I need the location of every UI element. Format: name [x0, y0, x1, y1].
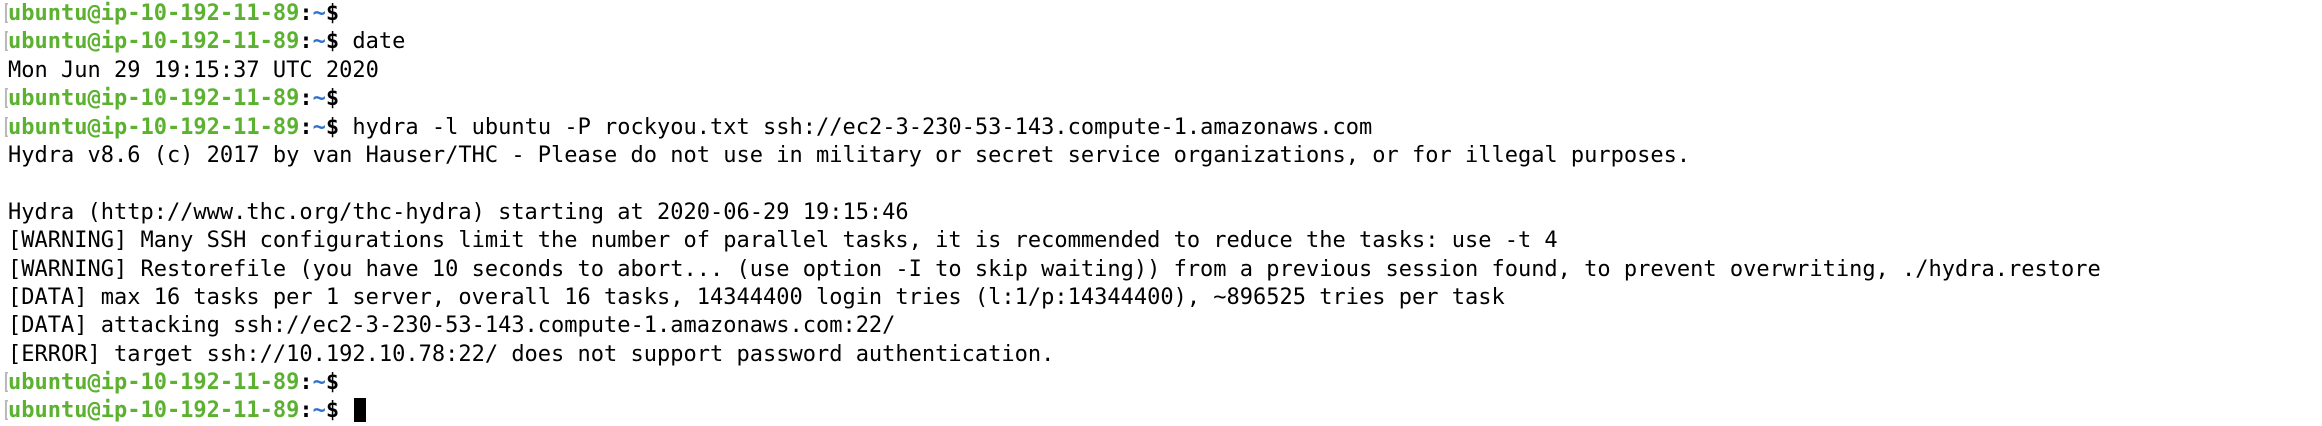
line-marker: [: [0, 114, 8, 142]
output-line: [ERROR] target ssh://10.192.10.78:22/ do…: [0, 341, 2322, 369]
prompt-separator: :: [299, 114, 313, 140]
text-cursor[interactable]: [354, 398, 367, 423]
line-marker: [: [0, 397, 8, 425]
output-line: Mon Jun 29 19:15:37 UTC 2020: [0, 57, 2322, 85]
output-text: Mon Jun 29 19:15:37 UTC 2020: [8, 57, 379, 83]
output-line: [WARNING] Restorefile (you have 10 secon…: [0, 256, 2322, 284]
output-text: [WARNING] Restorefile (you have 10 secon…: [8, 256, 2101, 282]
line-marker: [: [0, 0, 8, 28]
prompt-separator: :: [299, 86, 313, 112]
prompt-user-host: ubuntu@ip-10-192-11-89: [8, 114, 300, 140]
prompt-separator: :: [299, 1, 313, 26]
prompt-line: [ubuntu@ip-10-192-11-89:~$: [0, 85, 2322, 113]
prompt-separator: :: [299, 370, 313, 396]
prompt-symbol: $: [325, 1, 340, 26]
prompt-line: [ubuntu@ip-10-192-11-89:~$: [0, 397, 2322, 425]
output-line: [DATA] max 16 tasks per 1 server, overal…: [0, 284, 2322, 312]
command-text: date: [339, 29, 406, 55]
output-line: Hydra (http://www.thc.org/thc-hydra) sta…: [0, 199, 2322, 227]
line-marker: [: [0, 28, 8, 56]
prompt-symbol: $: [325, 29, 340, 55]
prompt-user-host: ubuntu@ip-10-192-11-89: [8, 1, 300, 26]
output-text: [DATA] max 16 tasks per 1 server, overal…: [8, 284, 1505, 310]
output-line: Hydra v8.6 (c) 2017 by van Hauser/THC - …: [0, 142, 2322, 170]
output-text: Hydra v8.6 (c) 2017 by van Hauser/THC - …: [8, 142, 1691, 168]
prompt-path: ~: [312, 370, 326, 396]
prompt-path: ~: [312, 29, 326, 55]
output-text: [DATA] attacking ssh://ec2-3-230-53-143.…: [8, 313, 896, 339]
terminal-window[interactable]: [ubuntu@ip-10-192-11-89:~$[ubuntu@ip-10-…: [0, 0, 2322, 423]
prompt-user-host: ubuntu@ip-10-192-11-89: [8, 29, 300, 55]
prompt-user-host: ubuntu@ip-10-192-11-89: [8, 370, 300, 396]
prompt-separator: :: [299, 29, 313, 55]
prompt-path: ~: [312, 114, 326, 140]
output-line: [0, 170, 2322, 198]
output-text: [ERROR] target ssh://10.192.10.78:22/ do…: [8, 341, 1055, 367]
prompt-user-host: ubuntu@ip-10-192-11-89: [8, 86, 300, 112]
prompt-line: [ubuntu@ip-10-192-11-89:~$: [0, 369, 2322, 397]
output-text: [WARNING] Many SSH configurations limit …: [8, 228, 1558, 254]
prompt-line: [ubuntu@ip-10-192-11-89:~$ hydra -l ubun…: [0, 114, 2322, 142]
output-line: [WARNING] Many SSH configurations limit …: [0, 227, 2322, 255]
output-line: [DATA] attacking ssh://ec2-3-230-53-143.…: [0, 312, 2322, 340]
line-marker: [: [0, 369, 8, 397]
line-marker: [: [0, 85, 8, 113]
command-text: hydra -l ubuntu -P rockyou.txt ssh://ec2…: [339, 114, 1373, 140]
prompt-line: [ubuntu@ip-10-192-11-89:~$: [0, 0, 2322, 28]
output-text: Hydra (http://www.thc.org/thc-hydra) sta…: [8, 199, 909, 225]
prompt-symbol: $: [325, 114, 340, 140]
prompt-symbol: $: [325, 86, 340, 112]
prompt-line: [ubuntu@ip-10-192-11-89:~$ date: [0, 28, 2322, 56]
prompt-path: ~: [312, 86, 326, 112]
prompt-path: ~: [312, 1, 326, 26]
prompt-symbol: $: [325, 370, 340, 396]
